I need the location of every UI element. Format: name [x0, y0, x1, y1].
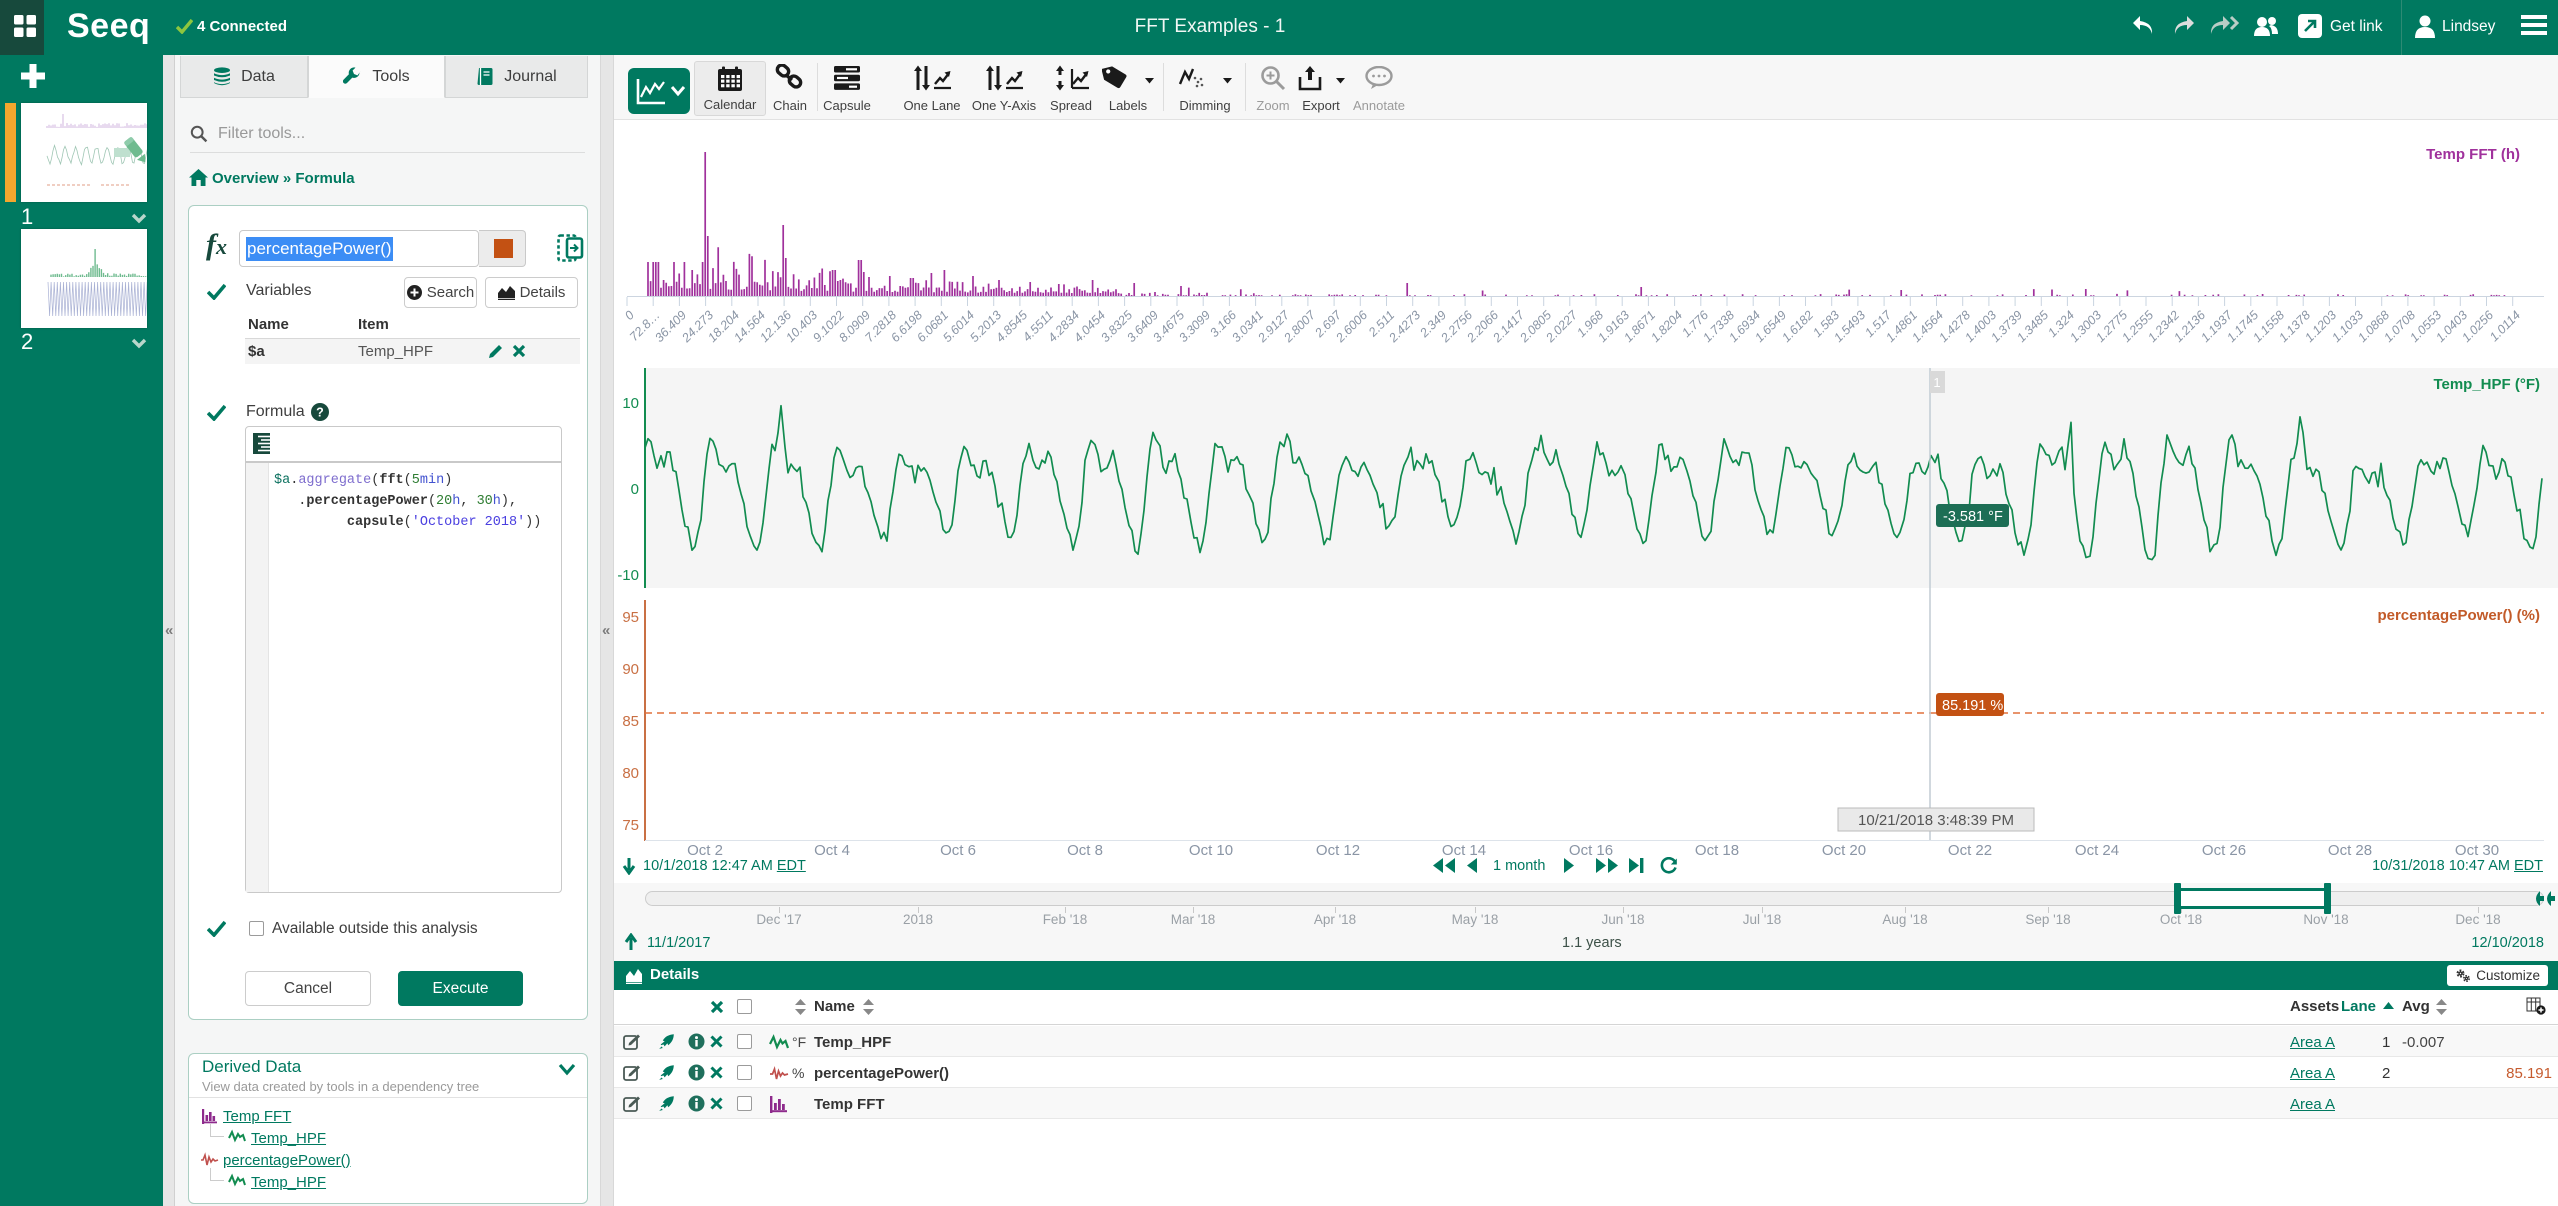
svg-text:percentagePower() (%): percentagePower() (%)	[2377, 607, 2540, 624]
svg-text:80: 80	[622, 765, 639, 782]
svg-text:?: ?	[316, 406, 324, 420]
svg-text:Temp FFT (h): Temp FFT (h)	[2426, 146, 2520, 163]
svg-text:1: 1	[1933, 375, 1940, 390]
svg-text:Temp_HPF (°F): Temp_HPF (°F)	[2433, 376, 2540, 393]
svg-text:75: 75	[622, 817, 639, 834]
svg-text:0: 0	[631, 481, 639, 498]
svg-text:90: 90	[622, 661, 639, 678]
svg-text:85: 85	[622, 713, 639, 730]
svg-text:-10: -10	[617, 567, 639, 584]
svg-text:10: 10	[622, 395, 639, 412]
svg-text:10/21/2018 3:48:39 PM: 10/21/2018 3:48:39 PM	[1858, 812, 2014, 829]
svg-text:-3.581 °F: -3.581 °F	[1943, 509, 2003, 525]
svg-text:95: 95	[622, 609, 639, 626]
svg-text:85.191 %: 85.191 %	[1942, 698, 2003, 714]
